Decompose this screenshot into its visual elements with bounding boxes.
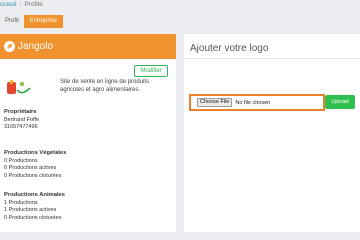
leaf-icon [4,41,15,52]
plant-production-heading: Productions Végétales [4,150,67,156]
breadcrumb-current: Profile [24,1,43,8]
company-header: Jangolo [0,34,176,59]
breadcrumb-home-link[interactable]: cceuil [0,1,17,8]
animal-production-section: Productions Animales 1 Productions 1 Pro… [4,192,65,223]
owner-name: Bertrand Foffe [4,116,40,123]
plant-production-closed: 0 Productions cloturées [4,173,62,180]
animal-production-heading: Productions Animales [4,192,65,198]
animal-production-total: 1 Productions [4,199,38,206]
animal-production-closed: 0 Productions cloturées [4,215,62,222]
upload-button[interactable]: Upload [325,95,355,109]
file-input[interactable]: Choose File No file chosen [189,94,325,111]
company-name: Jangolo [18,41,54,52]
plant-production-total: 0 Productions [4,157,38,164]
modify-button[interactable]: Modifier [134,65,168,77]
plant-production-section: Productions Végétales 0 Productions 0 Pr… [4,150,67,181]
profile-tabs: Profil Entreprise [0,15,64,28]
owner-phone: 31657477496 [4,124,38,131]
animal-production-active: 1 Productions actives [4,207,57,214]
tab-entreprise[interactable]: Entreprise [23,15,64,28]
plant-production-active: 0 Productions actives [4,165,57,172]
breadcrumb: cceuil / Profile [0,0,43,12]
company-card: Jangolo Modifier Site de vente en ligne … [0,34,176,232]
owner-section: Propriétaire Bertrand Foffe 31657477496 [4,109,39,132]
choose-file-button[interactable]: Choose File [197,98,233,107]
company-description: Site de vente en ligne de produits agric… [60,79,150,93]
breadcrumb-separator: / [19,1,22,8]
logo-upload-card: Ajouter votre logo Choose File No file c… [184,34,360,232]
tab-profil[interactable]: Profil [0,15,24,28]
logo-panel-title: Ajouter votre logo [190,43,269,54]
owner-heading: Propriétaire [4,109,37,115]
divider [184,58,360,59]
file-status: No file chosen [235,99,271,106]
company-logo [7,80,31,94]
